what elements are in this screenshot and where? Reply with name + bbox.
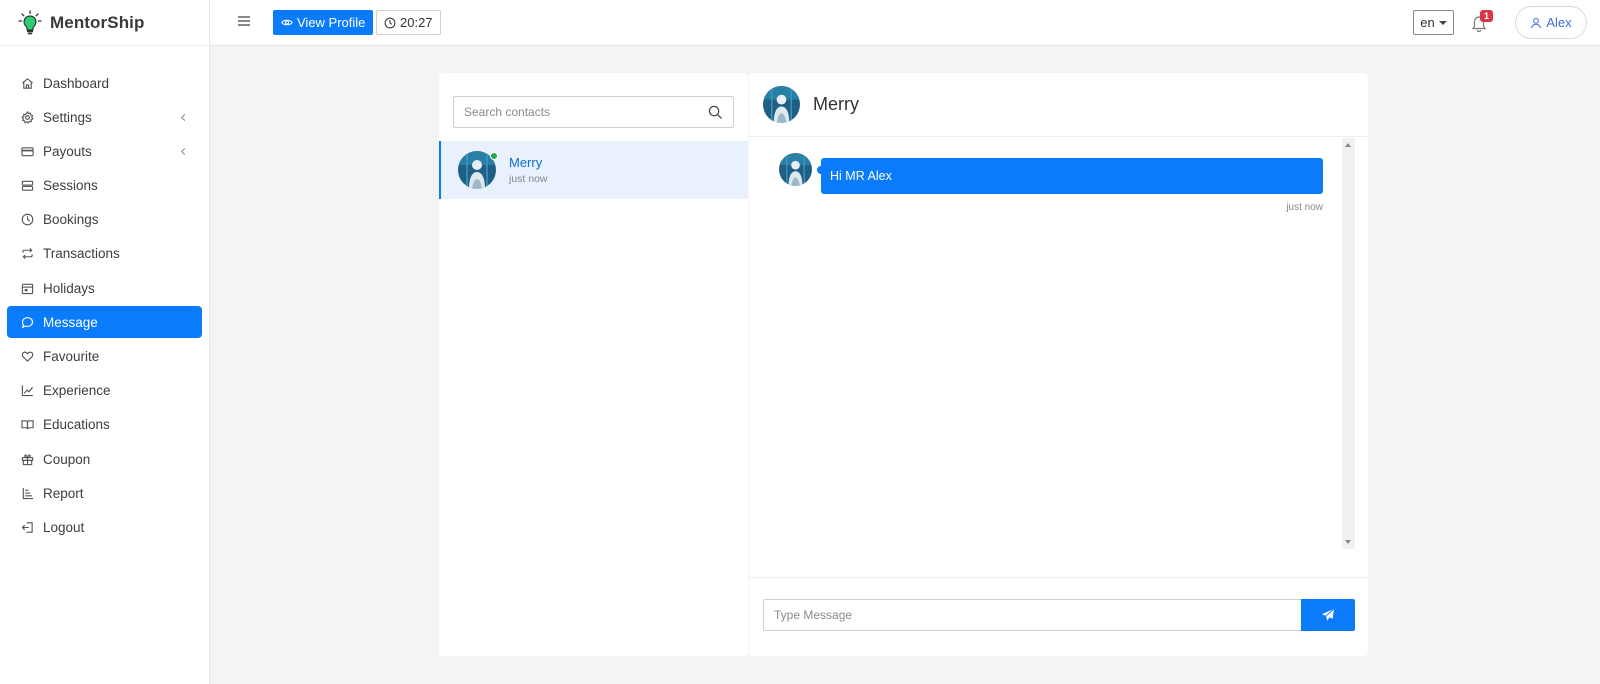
clock-time: 20:27: [400, 15, 433, 30]
sidebar-item-settings[interactable]: Settings: [7, 101, 202, 133]
chart-icon: [21, 384, 34, 397]
book-icon: [21, 418, 34, 431]
eye-icon: [281, 18, 293, 27]
chevron-left-icon: [179, 113, 188, 122]
language-select[interactable]: en: [1413, 10, 1454, 35]
sidebar-item-label: Educations: [43, 417, 110, 433]
search-input[interactable]: [454, 97, 708, 127]
sidebar-nav: Dashboard Settings Payouts Sessions Book…: [0, 67, 209, 543]
brand-name: MentorShip: [50, 12, 145, 32]
sidebar-item-label: Message: [43, 314, 98, 330]
user-menu-button[interactable]: Alex: [1515, 6, 1587, 39]
clock-icon: [384, 17, 396, 29]
clock-display: 20:27: [376, 10, 441, 35]
brand[interactable]: MentorShip: [0, 0, 209, 46]
report-icon: [21, 487, 34, 500]
sidebar-item-label: Holidays: [43, 280, 95, 296]
calendar-icon: [21, 282, 34, 295]
sidebar-item-logout[interactable]: Logout: [7, 511, 202, 543]
caret-down-icon: [1438, 20, 1447, 25]
chat-scrollbar[interactable]: [1342, 138, 1355, 549]
scroll-down-arrow-icon[interactable]: [1345, 540, 1351, 544]
notification-badge: 1: [1479, 10, 1493, 22]
gift-icon: [21, 453, 34, 466]
sidebar-item-label: Sessions: [43, 178, 98, 194]
contact-list-item[interactable]: Merry just now: [439, 141, 748, 199]
chat-avatar: [763, 86, 800, 123]
search-icon[interactable]: [708, 105, 723, 120]
sidebar-item-favourite[interactable]: Favourite: [7, 341, 202, 373]
send-button[interactable]: [1301, 599, 1355, 631]
sidebar-item-label: Coupon: [43, 451, 91, 467]
sidebar-item-transactions[interactable]: Transactions: [7, 238, 202, 270]
sidebar-item-label: Bookings: [43, 212, 99, 228]
heart-icon: [21, 350, 34, 363]
sidebar: MentorShip Dashboard Settings Payouts Se…: [0, 0, 210, 684]
sidebar-item-label: Logout: [43, 519, 85, 535]
sidebar-item-dashboard[interactable]: Dashboard: [7, 67, 202, 99]
sidebar-item-payouts[interactable]: Payouts: [7, 135, 202, 167]
sessions-icon: [21, 179, 34, 192]
sidebar-item-label: Settings: [43, 109, 92, 125]
sidebar-item-label: Dashboard: [43, 75, 110, 91]
contacts-panel: Merry just now: [439, 73, 748, 656]
sidebar-item-label: Transactions: [43, 246, 120, 262]
repeat-icon: [21, 247, 34, 260]
contact-info: Merry just now: [509, 155, 548, 185]
chat-composer: [749, 577, 1368, 656]
user-name: Alex: [1546, 15, 1572, 30]
message-bubble: Hi MR Alex: [821, 158, 1323, 194]
contact-name: Merry: [509, 155, 543, 170]
view-profile-label: View Profile: [297, 15, 366, 30]
gear-icon: [21, 110, 34, 124]
sidebar-item-label: Favourite: [43, 349, 100, 364]
online-status-dot: [490, 152, 498, 160]
sidebar-item-label: Experience: [43, 383, 111, 399]
message-avatar: [779, 153, 812, 186]
card-icon: [21, 145, 34, 158]
sidebar-item-holidays[interactable]: Holidays: [7, 272, 202, 304]
lightbulb-logo-icon: [18, 9, 42, 36]
chat-icon: [21, 316, 34, 329]
contact-last-seen: just now: [509, 173, 548, 185]
chat-title: Merry: [813, 94, 859, 114]
sidebar-item-bookings[interactable]: Bookings: [7, 204, 202, 236]
logout-icon: [21, 521, 34, 534]
chat-header: Merry: [749, 73, 1368, 137]
send-icon: [1321, 608, 1335, 622]
message-input[interactable]: [763, 599, 1302, 631]
sidebar-item-experience[interactable]: Experience: [7, 375, 202, 407]
sidebar-item-report[interactable]: Report: [7, 477, 202, 509]
sidebar-item-label: Payouts: [43, 143, 92, 159]
home-icon: [21, 77, 34, 90]
sidebar-item-label: Report: [43, 485, 84, 501]
view-profile-button[interactable]: View Profile: [273, 10, 374, 35]
sidebar-item-educations[interactable]: Educations: [7, 409, 202, 441]
search-box: [453, 96, 734, 128]
language-value: en: [1420, 15, 1435, 30]
chevron-left-icon: [179, 147, 188, 156]
scroll-up-arrow-icon[interactable]: [1345, 143, 1351, 147]
message-time: just now: [1286, 202, 1323, 213]
user-icon: [1530, 17, 1542, 29]
top-header: View Profile 20:27 en 1 Alex: [210, 0, 1600, 46]
clock-icon: [21, 213, 34, 226]
sidebar-item-sessions[interactable]: Sessions: [7, 170, 202, 202]
hamburger-menu-icon[interactable]: [237, 15, 251, 27]
chat-panel: Merry Hi MR Alex just now: [749, 73, 1368, 656]
chat-messages: Hi MR Alex just now: [749, 138, 1368, 558]
sidebar-item-coupon[interactable]: Coupon: [7, 443, 202, 475]
sidebar-item-message[interactable]: Message: [7, 306, 202, 339]
